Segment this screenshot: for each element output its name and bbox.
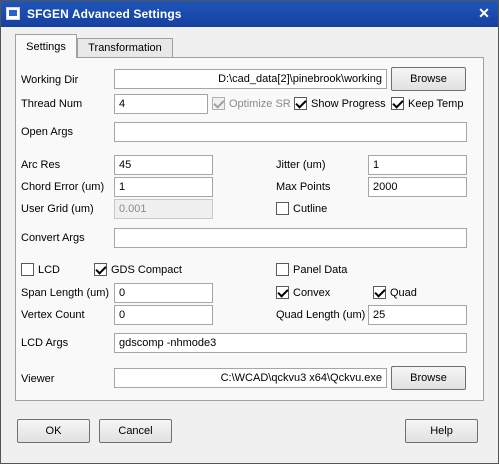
vertex-count-input[interactable]: 0: [114, 305, 213, 325]
quad-length-label: Quad Length (um): [276, 309, 366, 321]
working-dir-label: Working Dir: [21, 74, 79, 86]
convex-label: Convex: [293, 287, 331, 299]
viewer-browse-button[interactable]: Browse: [391, 366, 466, 390]
arc-res-input[interactable]: 45: [114, 155, 213, 175]
convex-checkbox[interactable]: [276, 286, 289, 299]
keep-temp-label: Keep Temp: [408, 98, 464, 110]
chord-error-label: Chord Error (um): [21, 181, 105, 193]
lcd-args-label: LCD Args: [21, 337, 69, 349]
open-args-label: Open Args: [21, 126, 73, 138]
viewer-label: Viewer: [21, 373, 55, 385]
lcd-args-input[interactable]: gdscomp -nhmode3: [114, 333, 467, 353]
chord-error-input[interactable]: 1: [114, 177, 213, 197]
user-grid-label: User Grid (um): [21, 203, 94, 215]
cutline-checkbox[interactable]: [276, 202, 289, 215]
show-progress-label: Show Progress: [311, 98, 386, 110]
convert-args-label: Convert Args: [21, 232, 85, 244]
show-progress-checkbox[interactable]: [294, 97, 307, 110]
quad-checkbox[interactable]: [373, 286, 386, 299]
max-points-input[interactable]: 2000: [368, 177, 467, 197]
title-bar: SFGEN Advanced Settings ✕: [1, 1, 498, 27]
gds-compact-label: GDS Compact: [111, 264, 182, 276]
quad-label: Quad: [390, 287, 417, 299]
cutline-label: Cutline: [293, 203, 328, 215]
optimize-sr-checkbox[interactable]: [212, 97, 225, 110]
tab-settings[interactable]: Settings: [15, 34, 77, 58]
open-args-input[interactable]: [114, 122, 467, 142]
jitter-input[interactable]: 1: [368, 155, 467, 175]
span-length-label: Span Length (um): [21, 287, 110, 299]
panel-data-checkbox[interactable]: [276, 263, 289, 276]
thread-num-input[interactable]: 4: [114, 94, 208, 114]
working-dir-input[interactable]: D:\cad_data[2]\pinebrook\working: [114, 69, 387, 89]
user-grid-input[interactable]: 0.001: [114, 199, 213, 219]
settings-dialog: SFGEN Advanced Settings ✕ Settings Trans…: [0, 0, 499, 464]
ok-button[interactable]: OK: [17, 419, 90, 443]
thread-num-label: Thread Num: [21, 98, 83, 110]
lcd-label: LCD: [38, 264, 61, 276]
optimize-sr-label: Optimize SR: [229, 98, 291, 110]
close-icon[interactable]: ✕: [476, 6, 492, 21]
convert-args-input[interactable]: [114, 228, 467, 248]
vertex-count-label: Vertex Count: [21, 309, 85, 321]
jitter-label: Jitter (um): [276, 159, 326, 171]
max-points-label: Max Points: [276, 181, 331, 193]
window-title: SFGEN Advanced Settings: [27, 7, 182, 21]
working-dir-browse-button[interactable]: Browse: [391, 67, 466, 91]
viewer-input[interactable]: C:\WCAD\qckvu3 x64\Qckvu.exe: [114, 368, 387, 388]
panel-data-label: Panel Data: [293, 264, 348, 276]
tab-transformation[interactable]: Transformation: [77, 38, 173, 58]
quad-length-input[interactable]: 25: [368, 305, 467, 325]
app-icon: [6, 7, 20, 20]
gds-compact-checkbox[interactable]: [94, 263, 107, 276]
keep-temp-checkbox[interactable]: [391, 97, 404, 110]
arc-res-label: Arc Res: [21, 159, 61, 171]
lcd-checkbox[interactable]: [21, 263, 34, 276]
cancel-button[interactable]: Cancel: [99, 419, 172, 443]
help-button[interactable]: Help: [405, 419, 478, 443]
span-length-input[interactable]: 0: [114, 283, 213, 303]
